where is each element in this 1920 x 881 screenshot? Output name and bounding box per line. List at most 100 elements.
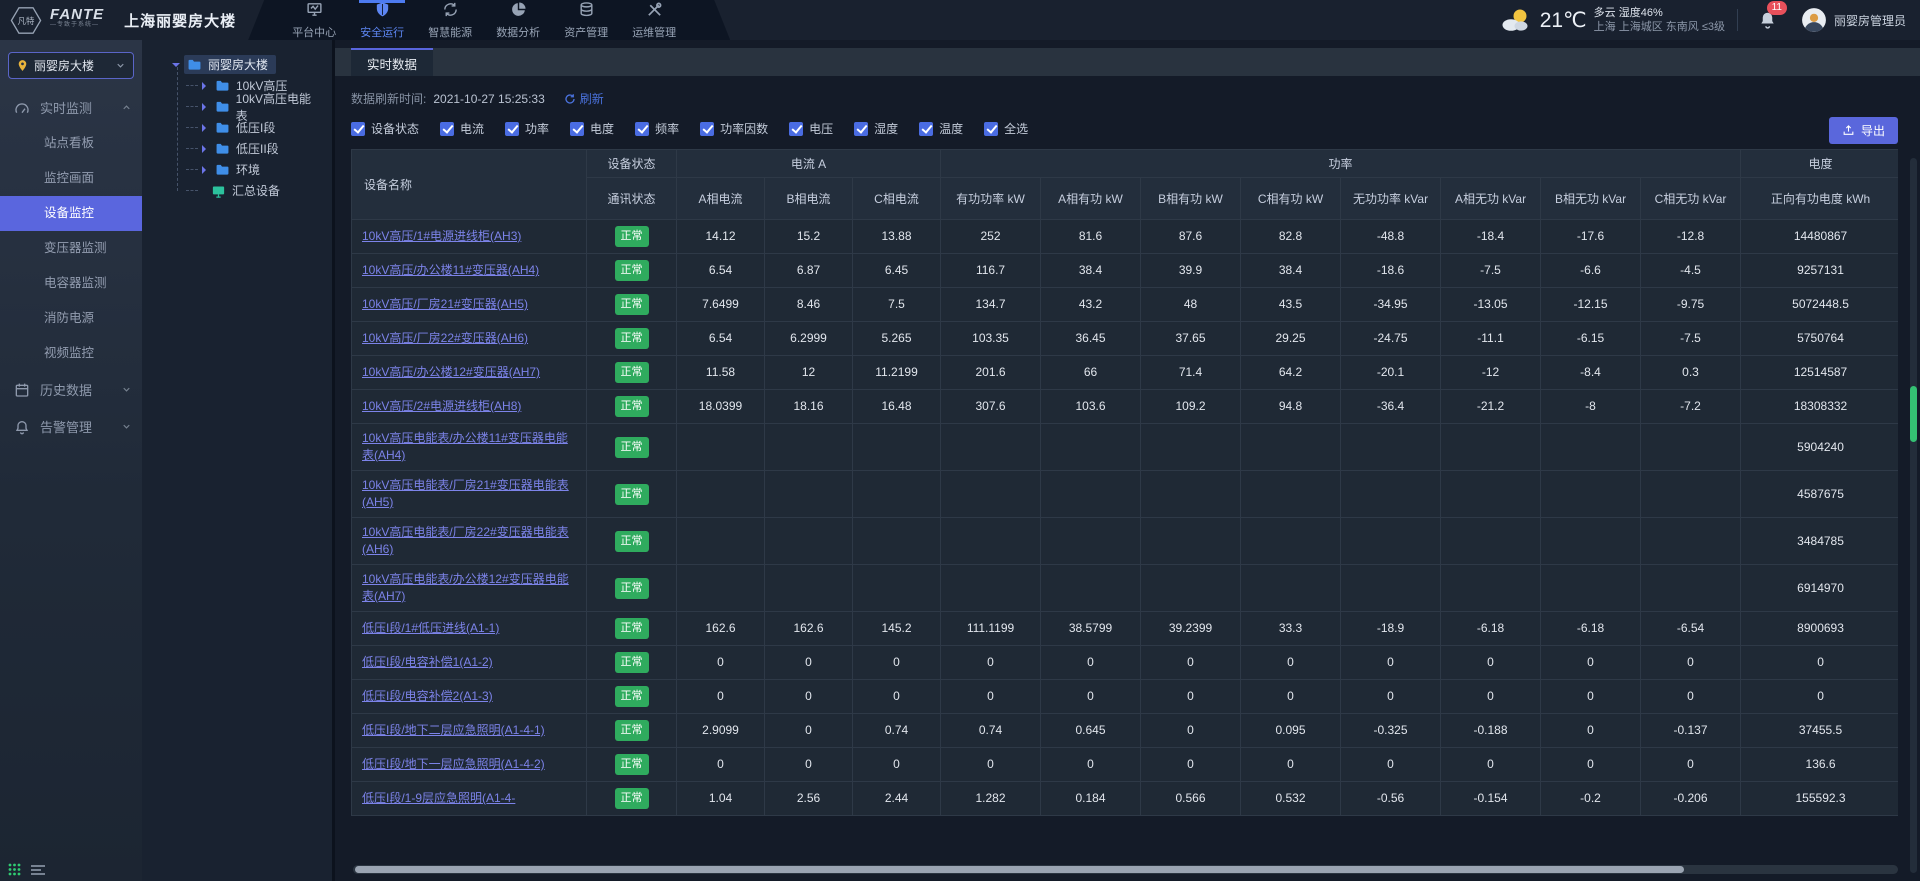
grid-dots-icon[interactable] bbox=[8, 863, 21, 876]
filter-checkbox-5[interactable]: 功率因数 bbox=[700, 120, 768, 137]
checkbox-checked-icon[interactable] bbox=[440, 122, 454, 136]
value-cell bbox=[765, 424, 853, 471]
device-name-link[interactable]: 低压I段/1#低压进线(A1-1) bbox=[362, 621, 499, 635]
tree-node-root[interactable]: 丽婴房大楼 bbox=[146, 54, 328, 75]
tree-node-1[interactable]: 10kV高压电能表 bbox=[146, 96, 328, 117]
value-cell: 8900693 bbox=[1741, 612, 1898, 646]
weather-widget: 21℃ 多云 湿度46% 上海 上海城区 东南风 ≤3级 bbox=[1499, 6, 1725, 34]
value-cell: 201.6 bbox=[941, 356, 1041, 390]
export-button[interactable]: 导出 bbox=[1829, 117, 1898, 144]
value-cell: -6.18 bbox=[1541, 612, 1641, 646]
checkbox-checked-icon[interactable] bbox=[854, 122, 868, 136]
checkbox-checked-icon[interactable] bbox=[700, 122, 714, 136]
refresh-button[interactable]: 刷新 bbox=[564, 90, 604, 107]
device-name-link[interactable]: 低压I段/地下二层应急照明(A1-4-1) bbox=[362, 723, 545, 737]
menu-section-0[interactable]: 实时监测 bbox=[0, 89, 142, 126]
device-name-link[interactable]: 10kV高压电能表/厂房21#变压器电能表(AH5) bbox=[362, 478, 569, 509]
status-badge: 正常 bbox=[615, 484, 649, 505]
sidebar-item-0-4[interactable]: 电容器监测 bbox=[0, 266, 142, 301]
device-name-link[interactable]: 10kV高压/1#电源进线柜(AH3) bbox=[362, 229, 521, 243]
value-cell bbox=[1241, 424, 1341, 471]
menu-section-2[interactable]: 告警管理 bbox=[0, 408, 142, 445]
value-cell: 1.04 bbox=[677, 782, 765, 816]
logo: 凡特 FANTE —专致于系统— 上海丽婴房大楼 bbox=[0, 0, 236, 40]
nav-item-analysis[interactable]: 数据分析 bbox=[486, 0, 550, 40]
filter-checkbox-3[interactable]: 电度 bbox=[570, 120, 614, 137]
caret-right-icon[interactable] bbox=[202, 82, 210, 90]
sidebar-item-0-5[interactable]: 消防电源 bbox=[0, 301, 142, 336]
sidebar-item-0-3[interactable]: 变压器监测 bbox=[0, 231, 142, 266]
device-name-link[interactable]: 10kV高压/2#电源进线柜(AH8) bbox=[362, 399, 521, 413]
checkbox-checked-icon[interactable] bbox=[635, 122, 649, 136]
filter-checkbox-6[interactable]: 电压 bbox=[789, 120, 833, 137]
tree-node-3[interactable]: 低压II段 bbox=[146, 138, 328, 159]
filter-checkbox-7[interactable]: 湿度 bbox=[854, 120, 898, 137]
nav-item-platform[interactable]: 平台中心 bbox=[282, 0, 346, 40]
nav-item-shield[interactable]: 安全运行 bbox=[350, 0, 414, 40]
value-cell: 37.65 bbox=[1141, 322, 1241, 356]
filter-checkbox-2[interactable]: 功率 bbox=[505, 120, 549, 137]
caret-right-icon[interactable] bbox=[202, 103, 210, 111]
caret-right-icon[interactable] bbox=[202, 166, 210, 174]
vertical-scrollbar-thumb[interactable] bbox=[1910, 386, 1917, 442]
sidebar-item-0-1[interactable]: 监控画面 bbox=[0, 161, 142, 196]
device-name-link[interactable]: 10kV高压电能表/办公楼11#变压器电能表(AH4) bbox=[362, 431, 568, 462]
value-cell: 66 bbox=[1041, 356, 1141, 390]
filter-checkbox-0[interactable]: 设备状态 bbox=[351, 120, 419, 137]
value-cell: 0 bbox=[1241, 748, 1341, 782]
tree-connector bbox=[186, 106, 198, 107]
value-cell: 12 bbox=[765, 356, 853, 390]
user-menu[interactable]: 丽婴房管理员 bbox=[1801, 7, 1906, 33]
value-cell: -36.4 bbox=[1341, 390, 1441, 424]
value-cell bbox=[765, 565, 853, 612]
value-cell bbox=[1241, 471, 1341, 518]
menu-section-1[interactable]: 历史数据 bbox=[0, 371, 142, 408]
device-name-link[interactable]: 低压I段/电容补偿1(A1-2) bbox=[362, 655, 493, 669]
folder-icon bbox=[215, 100, 230, 113]
value-cell: 0 bbox=[765, 748, 853, 782]
tree-node-4[interactable]: 环境 bbox=[146, 159, 328, 180]
filter-checkbox-8[interactable]: 温度 bbox=[919, 120, 963, 137]
device-name-link[interactable]: 10kV高压/办公楼12#变压器(AH7) bbox=[362, 365, 540, 379]
caret-down-icon[interactable] bbox=[172, 63, 180, 71]
value-cell: -34.95 bbox=[1341, 288, 1441, 322]
nav-item-energy[interactable]: 智慧能源 bbox=[418, 0, 482, 40]
device-name-link[interactable]: 10kV高压电能表/办公楼12#变压器电能表(AH7) bbox=[362, 572, 569, 603]
filter-checkbox-1[interactable]: 电流 bbox=[440, 120, 484, 137]
checkbox-checked-icon[interactable] bbox=[505, 122, 519, 136]
device-name-link[interactable]: 低压I段/1-9层应急照明(A1-4- bbox=[362, 791, 515, 805]
notification-bell[interactable]: 11 bbox=[1750, 6, 1789, 34]
value-cell bbox=[853, 565, 941, 612]
nav-item-asset[interactable]: 资产管理 bbox=[554, 0, 618, 40]
brand-tagline: —专致于系统— bbox=[50, 20, 104, 31]
tab-realtime-data[interactable]: 实时数据 bbox=[351, 48, 433, 76]
device-name-link[interactable]: 10kV高压电能表/厂房22#变压器电能表(AH6) bbox=[362, 525, 569, 556]
list-icon[interactable] bbox=[31, 864, 45, 876]
checkbox-checked-icon[interactable] bbox=[984, 122, 998, 136]
filter-checkbox-4[interactable]: 频率 bbox=[635, 120, 679, 137]
value-cell: 136.6 bbox=[1741, 748, 1898, 782]
checkbox-checked-icon[interactable] bbox=[351, 122, 365, 136]
value-cell bbox=[1341, 565, 1441, 612]
sidebar-item-0-0[interactable]: 站点看板 bbox=[0, 126, 142, 161]
device-name-link[interactable]: 10kV高压/厂房21#变压器(AH5) bbox=[362, 297, 528, 311]
caret-right-icon[interactable] bbox=[202, 124, 210, 132]
checkbox-checked-icon[interactable] bbox=[919, 122, 933, 136]
value-cell: 111.1199 bbox=[941, 612, 1041, 646]
caret-right-icon[interactable] bbox=[202, 145, 210, 153]
filter-checkbox-9[interactable]: 全选 bbox=[984, 120, 1028, 137]
device-name-link[interactable]: 10kV高压/办公楼11#变压器(AH4) bbox=[362, 263, 539, 277]
checkbox-checked-icon[interactable] bbox=[570, 122, 584, 136]
nav-item-ops[interactable]: 运维管理 bbox=[622, 0, 686, 40]
device-name-link[interactable]: 10kV高压/厂房22#变压器(AH6) bbox=[362, 331, 528, 345]
tree-node-5[interactable]: 汇总设备 bbox=[146, 180, 328, 201]
value-cell: 0 bbox=[1341, 680, 1441, 714]
device-name-link[interactable]: 低压I段/地下一层应急照明(A1-4-2) bbox=[362, 757, 545, 771]
sidebar-item-0-6[interactable]: 视频监控 bbox=[0, 336, 142, 371]
device-name-link[interactable]: 低压I段/电容补偿2(A1-3) bbox=[362, 689, 493, 703]
site-selector[interactable]: 丽婴房大楼 bbox=[8, 52, 134, 79]
checkbox-checked-icon[interactable] bbox=[789, 122, 803, 136]
horizontal-scrollbar-thumb[interactable] bbox=[355, 866, 1684, 873]
status-badge: 正常 bbox=[615, 618, 649, 639]
sidebar-item-0-2[interactable]: 设备监控 bbox=[0, 196, 142, 231]
